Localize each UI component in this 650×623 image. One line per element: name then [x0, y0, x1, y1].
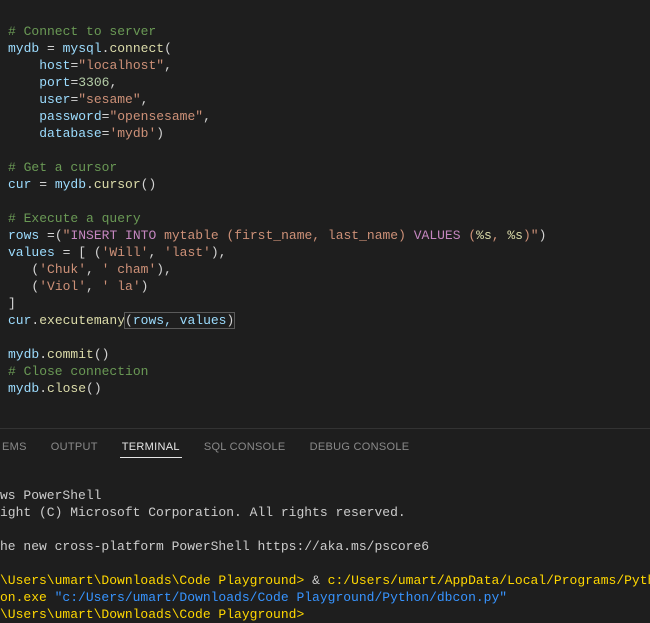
code-token: mydb	[8, 41, 39, 56]
terminal-prompt: \Users\umart\Downloads\Code Playground>	[0, 607, 304, 622]
panel-tabs: EMS OUTPUT TERMINAL SQL CONSOLE DEBUG CO…	[0, 428, 650, 466]
tab-debug-console[interactable]: DEBUG CONSOLE	[308, 437, 412, 458]
comment: # Connect to server	[8, 24, 156, 39]
comment: # Get a cursor	[8, 160, 117, 175]
terminal-prompt: \Users\umart\Downloads\Code Playground>	[0, 573, 312, 588]
code-editor[interactable]: # Connect to server mydb = mysql.connect…	[0, 0, 650, 428]
terminal-line: ws PowerShell	[0, 488, 101, 503]
tab-terminal[interactable]: TERMINAL	[120, 437, 182, 458]
tab-output[interactable]: OUTPUT	[49, 437, 100, 458]
parameter-hint: (rows, values)	[125, 313, 234, 328]
tab-problems[interactable]: EMS	[0, 437, 29, 458]
comment: # Close connection	[8, 364, 148, 379]
terminal[interactable]: ws PowerShell ight (C) Microsoft Corpora…	[0, 466, 650, 623]
terminal-line: ight (C) Microsoft Corporation. All righ…	[0, 505, 406, 520]
terminal-line: he new cross-platform PowerShell https:/…	[0, 539, 429, 554]
tab-sql-console[interactable]: SQL CONSOLE	[202, 437, 288, 458]
comment: # Execute a query	[8, 211, 141, 226]
terminal-line: on.exe	[0, 590, 55, 605]
